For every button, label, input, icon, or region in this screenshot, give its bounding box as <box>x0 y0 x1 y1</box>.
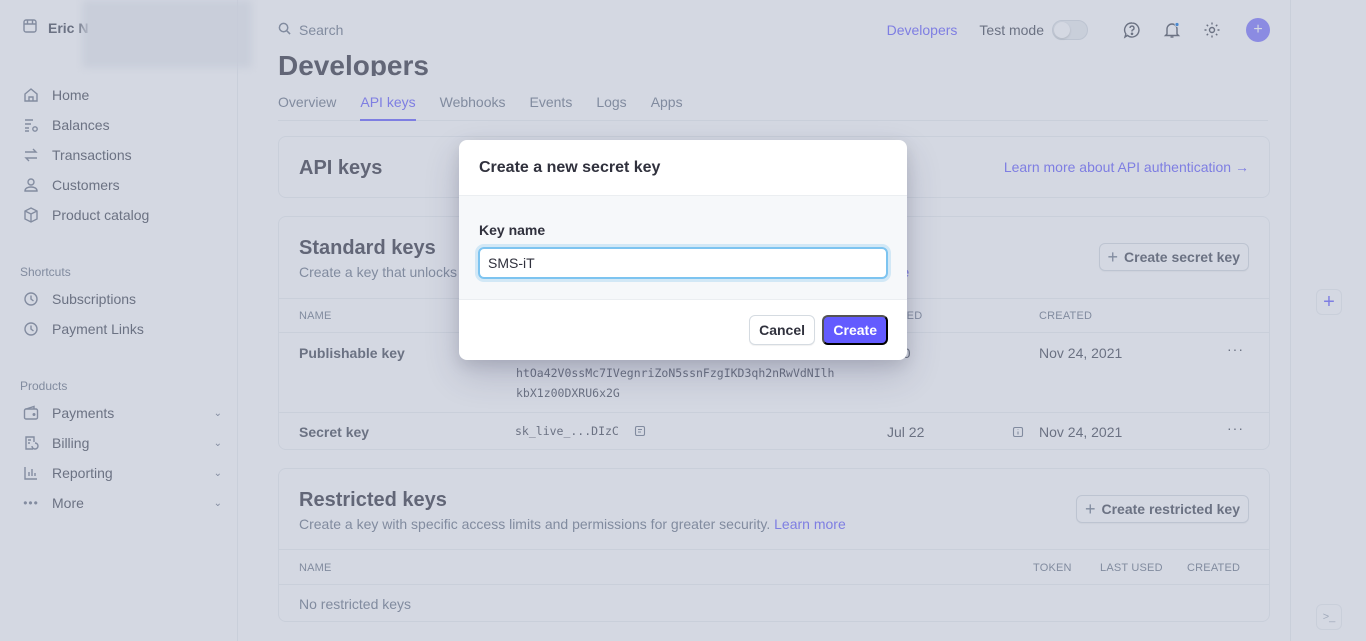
app: Eric N Home Balances Transactions Custom… <box>0 0 1366 641</box>
cancel-button[interactable]: Cancel <box>749 315 815 345</box>
dialog-title: Create a new secret key <box>459 140 907 196</box>
key-name-label: Key name <box>479 222 546 238</box>
dialog-footer: Cancel Create <box>459 300 907 360</box>
dialog-body: Key name <box>459 196 907 300</box>
create-button[interactable]: Create <box>822 315 888 345</box>
create-secret-key-dialog: Create a new secret key Key name Cancel … <box>459 140 907 360</box>
key-name-input[interactable] <box>475 244 891 282</box>
